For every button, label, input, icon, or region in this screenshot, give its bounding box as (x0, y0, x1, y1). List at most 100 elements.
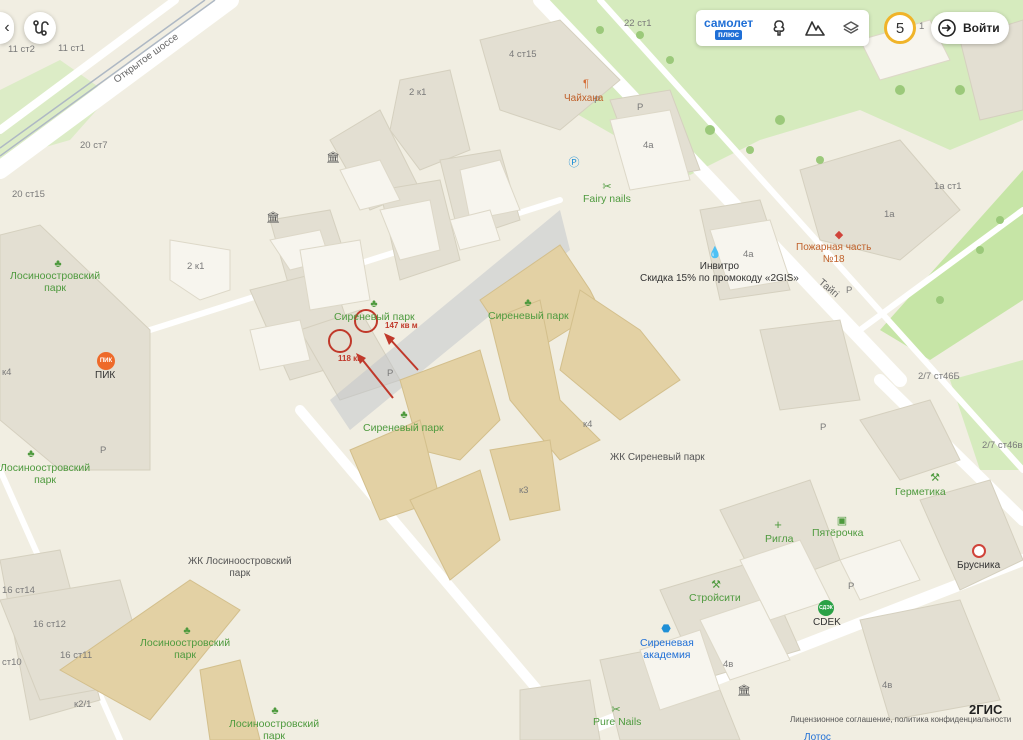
footer-links[interactable]: Лицензионное соглашение, политика конфид… (790, 715, 1011, 724)
park-label-line2: парк (174, 649, 197, 662)
poi-invitro[interactable]: Инвитро Скидка 15% по промокоду «2GIS» (640, 261, 799, 284)
poi-fire-station-line2: №18 (822, 253, 845, 265)
parking-marker: P (637, 102, 644, 113)
cdek-logo-icon[interactable]: СДЭК (818, 600, 834, 616)
park-label-line1: Лосиноостровский (229, 718, 320, 730)
park-leaf-icon: ♣ (183, 625, 191, 637)
parking-marker: P (387, 368, 394, 379)
park-label-line1: Лосиноостровский (10, 270, 101, 282)
poi-invitro-promo: Скидка 15% по промокоду «2GIS» (640, 272, 799, 284)
poi-fire-station-line1: Пожарная часть (796, 242, 872, 253)
map-canvas[interactable]: Открытое шоссе Тайгі 11 ст2 11 ст1 20 ст… (0, 0, 1023, 740)
park-label-line1: Лосиноостровский (140, 637, 231, 649)
poi-invitro-name: Инвитро (699, 261, 740, 272)
nails-icon[interactable]: ✂ (600, 179, 614, 193)
poi-germetika[interactable]: Герметика (895, 486, 946, 498)
mountain-icon (805, 21, 825, 36)
login-button[interactable]: Войти (931, 12, 1009, 44)
park-label-line2: парк (34, 474, 57, 487)
park-leaf-icon: ♣ (27, 448, 35, 460)
education-icon[interactable]: ⬣ (659, 621, 673, 635)
park-label-line1: Лосиноостровский (0, 462, 91, 474)
relief-button[interactable] (797, 10, 833, 46)
pik-logo-icon[interactable]: ПИК (97, 352, 115, 370)
poi-fire-station[interactable]: Пожарная часть №18 (796, 242, 871, 265)
house-number: 2/7 ст46Б (918, 371, 960, 382)
house-number: 1 (919, 21, 925, 32)
poi-lotos[interactable]: Лотос (804, 732, 831, 740)
park-leaf-icon: ♣ (524, 297, 532, 309)
house-number: к4 (583, 419, 593, 430)
tree-icon (773, 20, 785, 36)
poi-stroysiti[interactable]: Стройсити (689, 592, 741, 604)
route-icon (33, 20, 49, 36)
house-number: 4в (882, 680, 893, 691)
park-leaf-icon: ♣ (400, 409, 408, 421)
house-number: 4а (643, 140, 654, 151)
poi-pyaterochka[interactable]: Пятёрочка (812, 527, 863, 539)
parking-marker: P (100, 445, 107, 456)
house-number: 22 ст1 (624, 18, 652, 29)
layers-button[interactable] (833, 10, 869, 46)
samolet-plus-button[interactable]: самолет плюс (696, 10, 761, 46)
route-button[interactable] (24, 12, 56, 44)
restaurant-icon[interactable]: ¶ (579, 77, 593, 91)
park-label[interactable]: Лосиноостровский парк (229, 718, 319, 740)
house-number: 11 ст2 (8, 44, 35, 55)
clinic-icon[interactable]: 💧 (708, 245, 722, 259)
house-number: 20 ст7 (80, 140, 108, 151)
poi-fairy-nails[interactable]: Fairy nails (583, 193, 631, 205)
house-number: к3 (519, 485, 529, 496)
park-label[interactable]: Лосиноостровский парк (0, 462, 90, 486)
park-label[interactable]: Лосиноостровский парк (10, 270, 100, 294)
house-number: ст10 (2, 657, 22, 668)
house-number: к4 (2, 367, 12, 378)
poi-rigla[interactable]: Ригла (765, 533, 793, 545)
hardware-icon[interactable]: ⚒ (928, 470, 942, 484)
layers-icon (843, 21, 859, 34)
shop-icon[interactable]: ▣ (835, 513, 849, 527)
streetview-button[interactable] (761, 10, 797, 46)
poi-cdek[interactable]: CDEK (813, 617, 841, 629)
poi-academy[interactable]: Сиреневая академия (640, 637, 694, 661)
layers-toolbar: самолет плюс (696, 10, 870, 46)
brusnika-logo-icon[interactable] (972, 544, 986, 558)
landmark-icon[interactable]: 🏛 (326, 150, 340, 164)
fire-station-icon[interactable]: ◆ (832, 227, 846, 241)
house-number: 2 к1 (409, 87, 427, 98)
house-number: 2/7 ст46в (982, 440, 1023, 451)
poi-pik[interactable]: ПИК (95, 370, 115, 382)
parking-icon[interactable]: Ⓟ (567, 155, 581, 169)
house-number: 20 ст15 (12, 189, 45, 200)
poi-academy-line1: Сиреневая (640, 637, 694, 649)
poi-academy-line2: академия (643, 649, 691, 662)
hardware-icon[interactable]: ⚒ (709, 577, 723, 591)
park-label[interactable]: Лосиноостровский парк (140, 637, 230, 661)
house-number: 1а ст1 (934, 181, 962, 192)
house-number: 4 ст15 (509, 49, 537, 60)
landmark-icon[interactable]: 🏛 (266, 210, 280, 224)
login-label: Войти (963, 21, 1000, 35)
samolet-logo-line2: плюс (715, 29, 743, 40)
park-label[interactable]: Сиреневый парк (488, 310, 569, 322)
house-number: 4в (723, 659, 734, 670)
parking-marker: P (848, 581, 855, 592)
login-icon (938, 19, 956, 37)
map-base-layer (0, 0, 1023, 740)
nails-icon[interactable]: ✂ (609, 702, 623, 716)
park-leaf-icon: ♣ (370, 298, 378, 310)
district-label: ЖК Лосиноостровский парк (188, 556, 292, 579)
annotation-118: 118 кв (338, 354, 363, 363)
poi-pure-nails[interactable]: Pure Nails (593, 716, 641, 728)
house-number: 16 ст14 (2, 585, 35, 596)
park-label[interactable]: Сиреневый парк (363, 422, 444, 434)
samolet-logo-line1: самолет (704, 15, 754, 30)
pharmacy-icon[interactable]: + (771, 517, 785, 532)
house-number: 2 к1 (187, 261, 205, 272)
zoom-level-indicator[interactable]: 5 (884, 12, 916, 44)
poi-brusnika[interactable]: Брусника (957, 560, 1000, 572)
park-label-line2: парк (44, 282, 67, 295)
poi-chaikhana[interactable]: Чайхана (564, 93, 603, 105)
district-label: ЖК Сиреневый парк (610, 452, 705, 463)
landmark-icon[interactable]: 🏛 (737, 683, 751, 697)
